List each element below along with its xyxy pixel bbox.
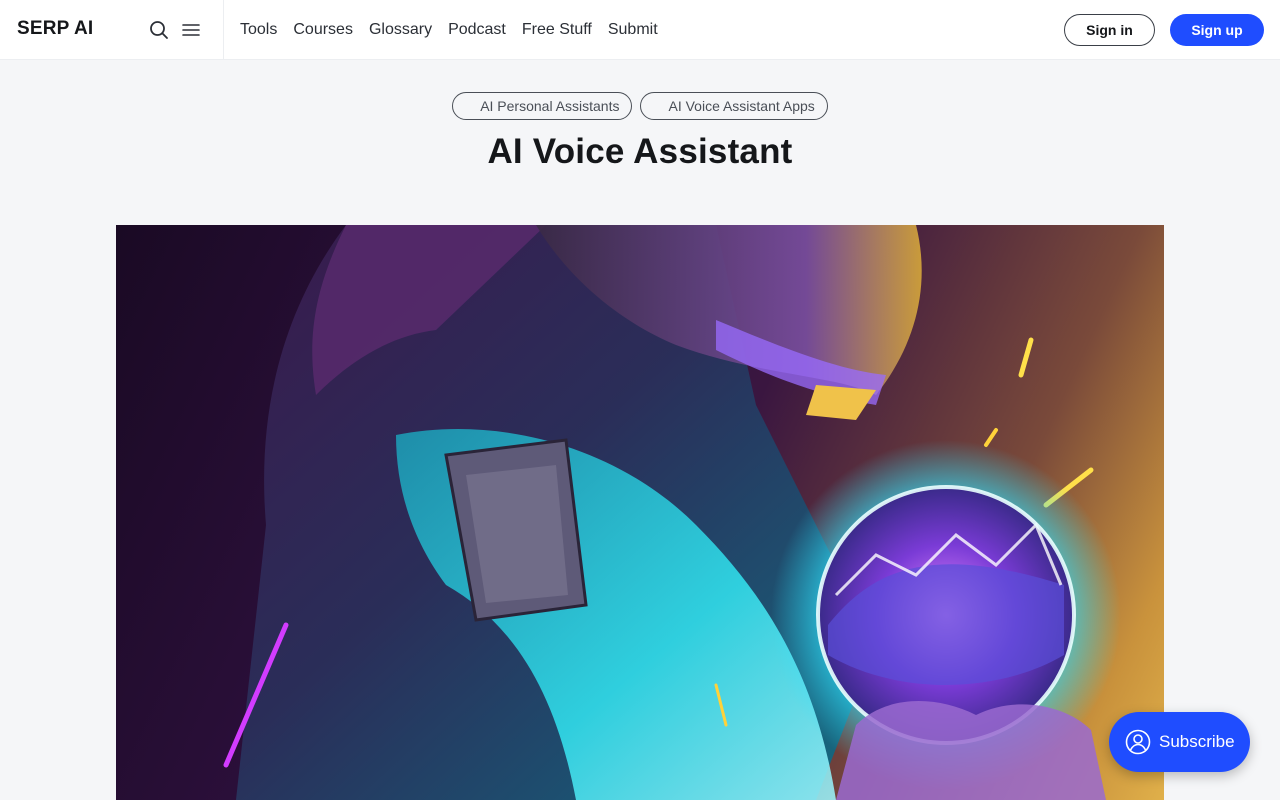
hero-image xyxy=(116,225,1164,800)
nav-item-podcast[interactable]: Podcast xyxy=(448,21,506,39)
nav-item-tools[interactable]: Tools xyxy=(240,21,277,39)
search-icon[interactable] xyxy=(147,18,171,42)
nav-item-courses[interactable]: Courses xyxy=(293,21,353,39)
sign-in-button[interactable]: Sign in xyxy=(1064,14,1155,46)
sign-up-button[interactable]: Sign up xyxy=(1170,14,1264,46)
subscribe-button[interactable]: Subscribe xyxy=(1109,712,1250,772)
user-icon xyxy=(1125,729,1151,755)
site-header: SERP AI Tools Courses Glossary Podcast F… xyxy=(0,0,1280,60)
hero-illustration xyxy=(223,225,1121,800)
tag-list: AI Personal Assistants AI Voice Assistan… xyxy=(0,92,1280,120)
nav-item-glossary[interactable]: Glossary xyxy=(369,21,432,39)
site-logo[interactable]: SERP AI xyxy=(17,18,93,40)
tag-ai-personal-assistants[interactable]: AI Personal Assistants xyxy=(452,92,633,120)
main-nav: Tools Courses Glossary Podcast Free Stuf… xyxy=(240,0,674,60)
page-title: AI Voice Assistant xyxy=(487,132,793,171)
tag-ai-voice-assistant-apps[interactable]: AI Voice Assistant Apps xyxy=(640,92,828,120)
hamburger-menu-icon[interactable] xyxy=(179,18,203,42)
header-divider xyxy=(223,0,224,60)
nav-item-submit[interactable]: Submit xyxy=(608,21,658,39)
subscribe-label: Subscribe xyxy=(1159,732,1235,751)
nav-item-free-stuff[interactable]: Free Stuff xyxy=(522,21,592,39)
